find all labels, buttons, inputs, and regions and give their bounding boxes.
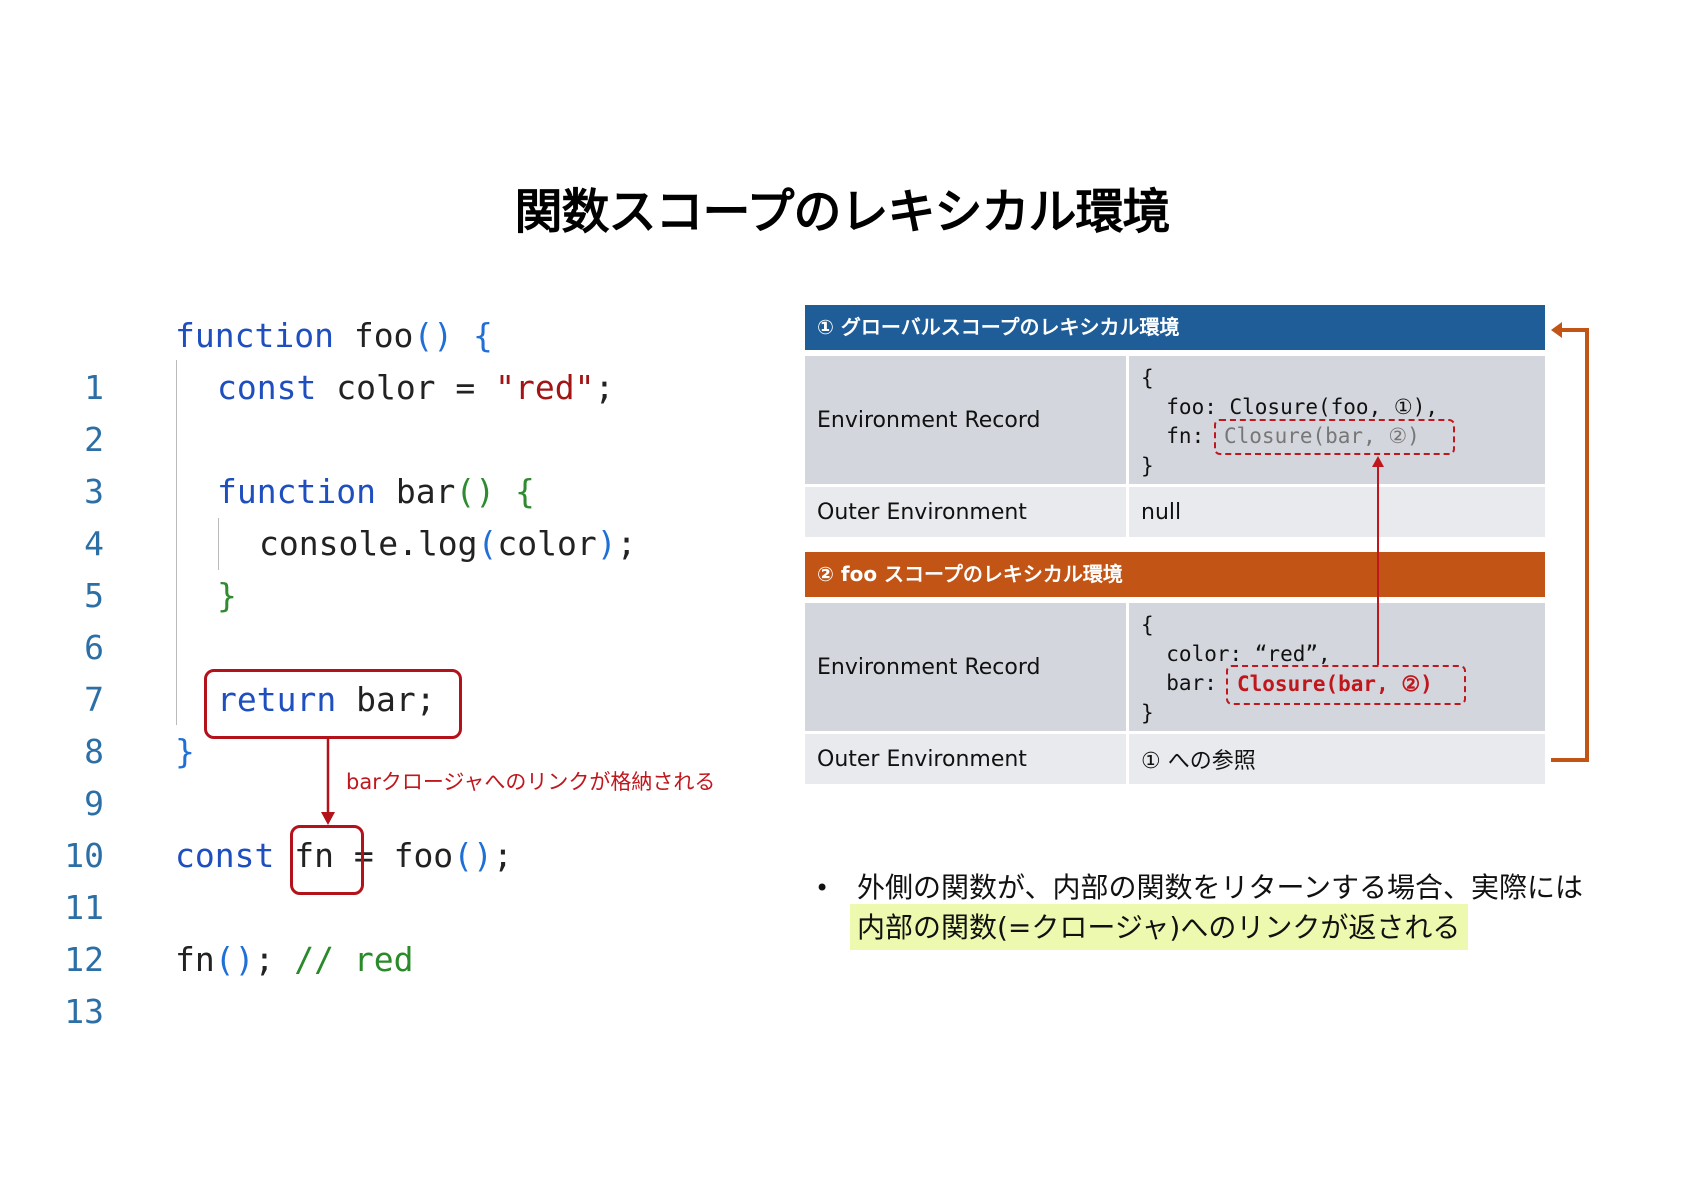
outer-env-link-arrowhead <box>1551 322 1562 338</box>
diagram-connectors <box>1372 322 1589 762</box>
bullet-dot: • <box>815 874 830 902</box>
outer-env-link-arrow <box>1551 328 1589 762</box>
bullet-text-line-2-highlighted: 内部の関数(=クロージャ)へのリンクが返される <box>850 904 1469 950</box>
bullet-text-line-1: 外側の関数が、内部の関数をリターンする場合、実際には <box>857 871 1584 904</box>
closure-link-arrowhead <box>1372 456 1384 467</box>
